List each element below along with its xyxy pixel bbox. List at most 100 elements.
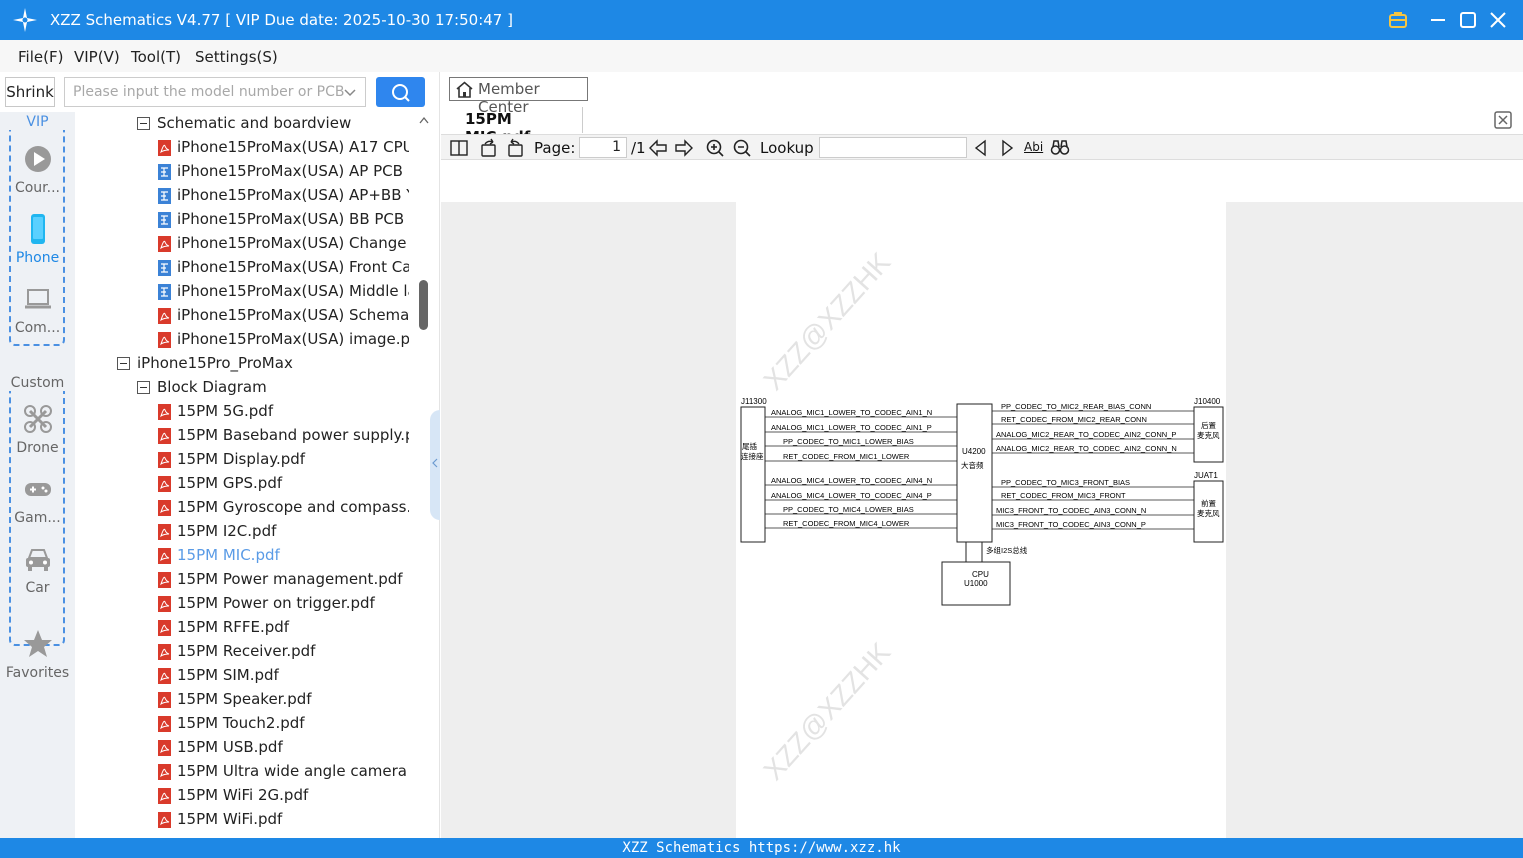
chevron-down-icon[interactable]: [343, 86, 357, 100]
tree-file[interactable]: 15PM GPS.pdf: [157, 472, 418, 496]
lookup-input[interactable]: [819, 137, 967, 158]
sidebar-item-phone[interactable]: Phone: [0, 214, 75, 278]
tree-file[interactable]: 15PM WiFi 2G.pdf: [157, 784, 418, 808]
tree-file[interactable]: iPhone15ProMax(USA) AP PCB layout: [157, 160, 418, 184]
binoculars-icon[interactable]: [1050, 138, 1070, 158]
scroll-up-icon[interactable]: [419, 116, 429, 124]
match-case-button[interactable]: Abi: [1024, 140, 1043, 154]
page-number-input[interactable]: 1: [579, 137, 627, 158]
tree-file[interactable]: iPhone15ProMax(USA) A17 CPU bi: [157, 136, 418, 160]
tree-file[interactable]: iPhone15ProMax(USA) BB PCB layout: [157, 208, 418, 232]
tree-file[interactable]: iPhone15ProMax(USA) Front Camera: [157, 256, 418, 280]
tree-item-label: iPhone15Pro_ProMax: [137, 354, 293, 372]
close-icon[interactable]: [1486, 8, 1510, 32]
sidebar-item-label: Favorites: [5, 665, 70, 681]
prev-page-icon[interactable]: [648, 138, 668, 158]
tree-file[interactable]: iPhone15ProMax(USA) image.pdf: [157, 328, 418, 352]
tree-file[interactable]: 15PM WiFi.pdf: [157, 808, 418, 832]
tree-file[interactable]: 15PM Speaker.pdf: [157, 688, 418, 712]
next-page-icon[interactable]: [674, 138, 694, 158]
cpu-label: CPU: [972, 570, 989, 579]
briefcase-icon[interactable]: [1386, 8, 1410, 32]
search-input[interactable]: Please input the model number or PCB: [64, 77, 366, 107]
tree-file[interactable]: 15PM I2C.pdf: [157, 520, 418, 544]
j10400-desc-line2: 麦克风: [1197, 430, 1220, 440]
sidebar-item-label: Car: [25, 580, 50, 596]
window-title: XZZ Schematics V4.77 [ VIP Due date: 202…: [50, 11, 513, 29]
menu-tool[interactable]: Tool(T): [131, 48, 181, 66]
scroll-thumb[interactable]: [419, 280, 428, 330]
tree-file[interactable]: 15PM 5G.pdf: [157, 400, 418, 424]
pdf-file-icon: [158, 764, 171, 780]
member-center-button[interactable]: Member Center: [449, 77, 588, 116]
zoom-out-icon[interactable]: [732, 138, 752, 158]
signal-label-right: PP_CODEC_TO_MIC3_FRONT_BIAS: [1001, 478, 1130, 487]
page-total: /1: [631, 139, 646, 157]
tree-item-label: 15PM Ultra wide angle camera J10: [177, 762, 409, 780]
menu-settings[interactable]: Settings(S): [195, 48, 278, 66]
tree-file[interactable]: iPhone15ProMax(USA) Schematic.: [157, 304, 418, 328]
tree-file[interactable]: iPhone15ProMax(USA) AP+BB YiDong: [157, 184, 418, 208]
signal-label-right: MIC3_FRONT_TO_CODEC_AIN3_CONN_P: [996, 520, 1146, 529]
tree-folder[interactable]: Block Diagram: [137, 376, 418, 400]
tree-file[interactable]: 15PM Baseband power supply.pdf: [157, 424, 418, 448]
tree-file[interactable]: 15PM Ultra wide angle camera J10: [157, 760, 418, 784]
sidebar-item-drone[interactable]: Drone: [0, 404, 75, 468]
tree-item-label: 15PM I2C.pdf: [177, 522, 277, 540]
signal-label-right: RET_CODEC_FROM_MIC2_REAR_CONN: [1001, 415, 1147, 424]
find-next-icon[interactable]: [997, 138, 1017, 158]
tree-file[interactable]: 15PM MIC.pdf: [157, 544, 418, 568]
tree-file[interactable]: 15PM USB.pdf: [157, 736, 418, 760]
pdf-file-icon: [158, 572, 171, 588]
tree-file[interactable]: 15PM Gyroscope and compass.pdf: [157, 496, 418, 520]
sidebar-item-game[interactable]: Gam...: [0, 474, 75, 538]
tree-file[interactable]: 15PM RFFE.pdf: [157, 616, 418, 640]
rotate-left-icon[interactable]: [479, 138, 499, 158]
menu-vip[interactable]: VIP(V): [74, 48, 120, 66]
tree-file[interactable]: 15PM SIM.pdf: [157, 664, 418, 688]
j11300-desc-line1: 尾插: [742, 441, 757, 451]
pdf-file-icon: [158, 620, 171, 636]
tree-file[interactable]: 15PM Power management.pdf: [157, 568, 418, 592]
i2s-bus-label: 多组I2S总线: [986, 545, 1028, 555]
tree-folder[interactable]: iPhone15Pro_ProMax: [117, 352, 418, 376]
tree-file[interactable]: 15PM Display.pdf: [157, 448, 418, 472]
codec-u4200: [956, 403, 993, 543]
collapse-handle[interactable]: [430, 410, 440, 520]
tree-item-label: 15PM Speaker.pdf: [177, 690, 312, 708]
search-button[interactable]: [376, 77, 425, 107]
status-bar: XZZ Schematics https://www.xzz.hk: [0, 838, 1523, 858]
collapse-toggle-icon[interactable]: [137, 381, 150, 394]
tree-file[interactable]: 15PM Power on trigger.pdf: [157, 592, 418, 616]
pdf-page[interactable]: XZZ@XZZHKXZZ@XZZHKXZZ@XZZHKXZZ@XZZHK J11…: [736, 162, 1396, 838]
collapse-toggle-icon[interactable]: [137, 117, 150, 130]
sidebar-item-favorites[interactable]: Favorites: [0, 629, 75, 693]
two-page-icon[interactable]: [449, 138, 469, 158]
shrink-button[interactable]: Shrink: [5, 77, 55, 107]
tree-scrollbar[interactable]: [418, 112, 430, 838]
collapse-toggle-icon[interactable]: [117, 357, 130, 370]
tab-15pm-mic[interactable]: 15PM MIC.pdf: [455, 107, 583, 146]
signal-label-right: PP_CODEC_TO_MIC2_REAR_BIAS_CONN: [1001, 402, 1151, 411]
find-prev-icon[interactable]: [971, 138, 991, 158]
sidebar-item-car[interactable]: Car: [0, 544, 75, 608]
play-circle-icon: [25, 146, 51, 172]
u4200-desc: 大音频: [961, 460, 984, 470]
sidebar-item-computer[interactable]: Com...: [0, 284, 75, 348]
tree-folder[interactable]: Schematic and boardview: [137, 112, 418, 136]
left-panel: Shrink Please input the model number or …: [0, 72, 440, 838]
tree-file[interactable]: 15PM Touch2.pdf: [157, 712, 418, 736]
tree-file[interactable]: iPhone15ProMax(USA) Change the: [157, 232, 418, 256]
tree-item-label: iPhone15ProMax(USA) Front Camera: [177, 258, 409, 276]
tree-item-label: 15PM Power management.pdf: [177, 570, 403, 588]
menu-file[interactable]: File(F): [18, 48, 63, 66]
zoom-in-icon[interactable]: [705, 138, 725, 158]
tree-item-label: 15PM Touch2.pdf: [177, 714, 305, 732]
tree-file[interactable]: 15PM Receiver.pdf: [157, 640, 418, 664]
tree-file[interactable]: iPhone15ProMax(USA) Middle layer: [157, 280, 418, 304]
sidebar-item-courses[interactable]: Cour...: [0, 144, 75, 208]
minimize-icon[interactable]: [1426, 8, 1450, 32]
close-tab-icon[interactable]: [1493, 110, 1513, 130]
rotate-right-icon[interactable]: [505, 138, 525, 158]
maximize-icon[interactable]: [1456, 8, 1480, 32]
